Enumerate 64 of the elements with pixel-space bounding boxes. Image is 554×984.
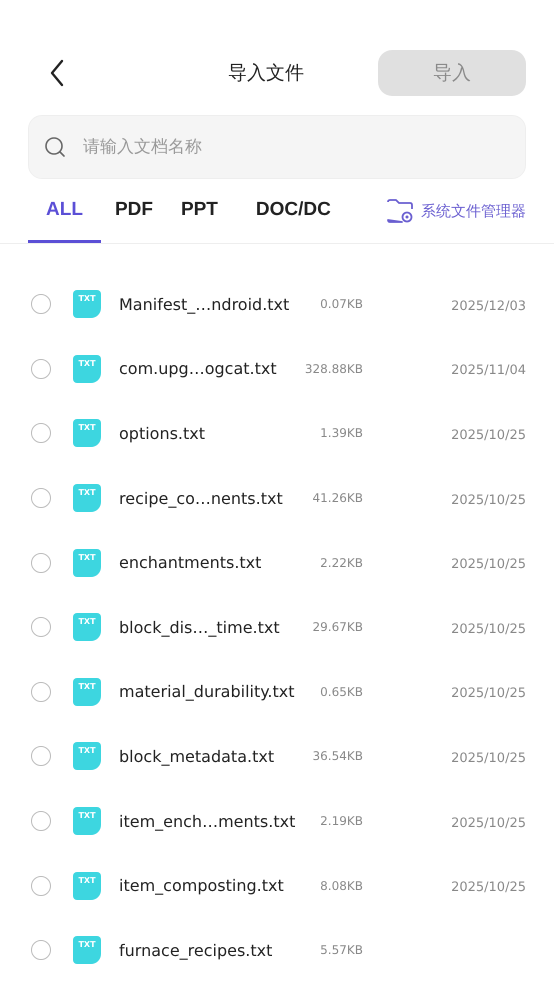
radio-button[interactable] bbox=[31, 358, 51, 379]
radio-button[interactable] bbox=[31, 552, 51, 573]
txt-file-icon: TXT bbox=[73, 290, 101, 318]
file-size: 0.65KB bbox=[319, 684, 363, 699]
radio-button[interactable] bbox=[31, 682, 51, 702]
search-field[interactable]: 请输入文档名称 bbox=[28, 115, 526, 179]
txt-file-icon: TXT bbox=[73, 678, 101, 706]
file-date: 2025/10/25 bbox=[451, 492, 526, 508]
txt-file-icon: TXT bbox=[73, 936, 101, 964]
page-title: 导入文件 bbox=[227, 61, 305, 86]
file-size: 1.39KB bbox=[319, 426, 363, 440]
file-size: 29.67KB bbox=[312, 620, 363, 634]
file-name[interactable]: recipe_co…nents.txt bbox=[119, 488, 299, 508]
file-name[interactable]: block_dis…_time.txt bbox=[119, 618, 299, 637]
file-size: 41.26KB bbox=[312, 491, 363, 506]
file-date: 2025/10/25 bbox=[451, 428, 526, 443]
radio-button[interactable] bbox=[31, 746, 51, 766]
file-name[interactable]: block_metadata.txt bbox=[119, 746, 299, 766]
file-date: 2025/10/25 bbox=[451, 686, 526, 702]
radio-button[interactable] bbox=[31, 294, 51, 314]
txt-file-icon: TXT bbox=[73, 548, 101, 577]
file-date: 2025/10/25 bbox=[451, 622, 526, 637]
file-name[interactable]: options.txt bbox=[119, 424, 299, 443]
file-name[interactable]: item_ench…ments.txt bbox=[119, 812, 299, 831]
file-size: 0.07KB bbox=[319, 297, 363, 312]
file-date: 2025/11/04 bbox=[451, 363, 526, 378]
folder-gear-icon[interactable] bbox=[385, 197, 415, 225]
file-date: 2025/10/25 bbox=[451, 880, 526, 896]
file-name[interactable]: com.upg…ogcat.txt bbox=[119, 359, 299, 378]
radio-button[interactable] bbox=[31, 811, 51, 832]
file-date: 2025/10/25 bbox=[451, 816, 526, 831]
tab[interactable]: PPT bbox=[166, 179, 242, 243]
file-date: 2025/10/25 bbox=[451, 557, 526, 572]
radio-button[interactable] bbox=[31, 876, 51, 896]
tab[interactable]: PDF bbox=[100, 179, 167, 243]
tab[interactable]: DOC/DC bbox=[242, 179, 345, 243]
txt-file-icon: TXT bbox=[73, 613, 101, 642]
file-date: 2025/10/25 bbox=[451, 750, 526, 766]
file-manager-link[interactable]: 系统文件管理器 bbox=[421, 202, 526, 220]
file-name[interactable]: material_durability.txt bbox=[119, 682, 299, 702]
file-size: 36.54KB bbox=[312, 749, 363, 764]
back-icon[interactable] bbox=[50, 59, 64, 87]
txt-file-icon: TXT bbox=[73, 742, 101, 770]
txt-file-icon: TXT bbox=[73, 484, 101, 512]
file-size: 2.19KB bbox=[319, 814, 363, 828]
file-name[interactable]: item_composting.txt bbox=[119, 876, 299, 896]
radio-button[interactable] bbox=[31, 617, 51, 638]
search-icon bbox=[44, 136, 66, 158]
txt-file-icon: TXT bbox=[73, 354, 101, 383]
txt-file-icon: TXT bbox=[73, 807, 101, 836]
file-size: 2.22KB bbox=[319, 556, 363, 570]
file-size: 328.88KB bbox=[304, 362, 363, 376]
txt-file-icon: TXT bbox=[73, 872, 101, 900]
tab[interactable]: ALL bbox=[28, 179, 101, 243]
file-name[interactable]: enchantments.txt bbox=[119, 553, 299, 572]
txt-file-icon: TXT bbox=[73, 419, 101, 448]
file-name[interactable]: furnace_recipes.txt bbox=[119, 940, 299, 960]
radio-button[interactable] bbox=[31, 488, 51, 508]
file-size: 5.57KB bbox=[319, 943, 363, 958]
radio-button[interactable] bbox=[31, 423, 51, 444]
file-name[interactable]: Manifest_…ndroid.txt bbox=[119, 294, 299, 314]
file-date: 2025/12/03 bbox=[451, 298, 526, 314]
radio-button[interactable] bbox=[31, 940, 51, 960]
file-size: 8.08KB bbox=[319, 878, 363, 893]
